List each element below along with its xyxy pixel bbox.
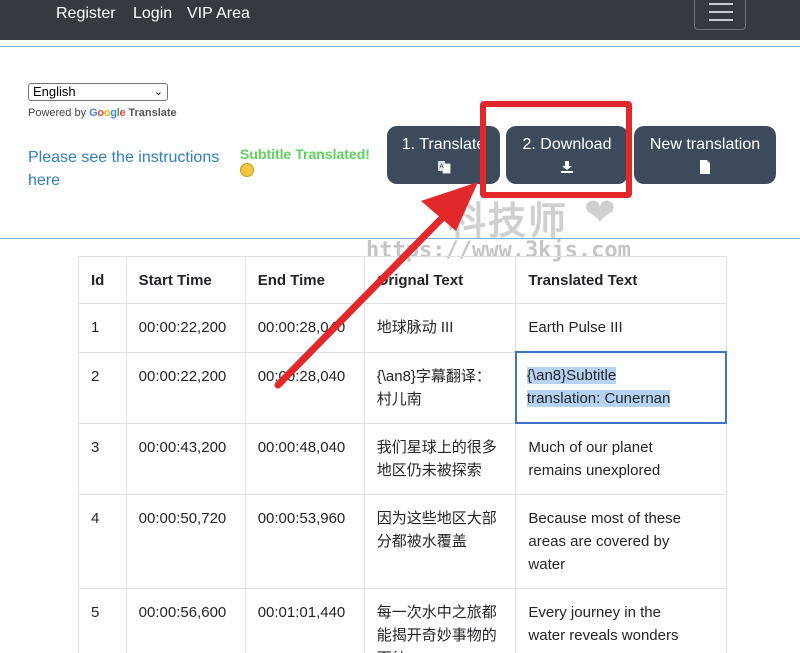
navbar-toggler-button[interactable] — [694, 0, 746, 30]
powered-by-label: Powered by — [28, 107, 87, 119]
translate-word: Translate — [128, 107, 177, 119]
cell-original-text: 我们星球上的很多地区仍未被探索 — [363, 422, 517, 495]
cell-end-time: 00:01:01,440 — [244, 588, 365, 653]
translate-icon: A — [437, 161, 450, 174]
cell-translated-text[interactable]: Every journey in the water reveals wonde… — [515, 588, 727, 653]
cell-start-time: 00:00:56,600 — [125, 588, 246, 653]
header-start-time: Start Time — [125, 256, 246, 304]
cell-original-text: 地球脉动 III — [363, 303, 517, 353]
table-row: 4 00:00:50,720 00:00:53,960 因为这些地区大部分都被水… — [78, 494, 727, 589]
cell-translated-text[interactable]: Much of our planet remains unexplored — [515, 422, 727, 495]
table-header-row: Id Start Time End Time Orignal Text Tran… — [78, 256, 727, 304]
table-row: 2 00:00:22,200 00:00:28,040 {\an8}字幕翻译：村… — [78, 351, 727, 424]
nav-vip-area-link[interactable]: VIP Area — [187, 5, 250, 23]
translated-line: areas are covered by — [528, 533, 670, 550]
subtitle-table: Id Start Time End Time Orignal Text Tran… — [78, 256, 727, 653]
header-original-text: Orignal Text — [363, 256, 517, 304]
watermark-text: 科技师 — [448, 199, 569, 243]
table-row: 5 00:00:56,600 00:01:01,440 每一次水中之旅都能揭开奇… — [78, 588, 727, 653]
subtitle-table-container: Id Start Time End Time Orignal Text Tran… — [78, 256, 727, 653]
cell-original-text: {\an8}字幕翻译：村儿南 — [363, 351, 517, 424]
language-select[interactable]: English ⌄ — [28, 83, 168, 101]
file-icon — [700, 160, 710, 174]
section-divider — [0, 238, 800, 239]
table-row: 1 00:00:22,200 00:00:28,040 地球脉动 III Ear… — [78, 303, 727, 353]
top-navbar: Register Login VIP Area — [0, 0, 800, 40]
download-highlight-annotation — [480, 101, 632, 198]
cell-translated-text-editing[interactable]: {\an8}Subtitle translation: Cunernan — [514, 351, 727, 424]
translated-line: Because most of these — [528, 510, 682, 527]
powered-by-google-translate[interactable]: Powered by Google Translate — [28, 107, 177, 119]
cell-id: 4 — [78, 494, 127, 589]
status-message: Subtitle Translated! — [240, 146, 370, 162]
cell-start-time: 00:00:22,200 — [125, 303, 246, 353]
top-divider — [0, 46, 800, 47]
google-logo: Google — [89, 107, 126, 119]
translated-line: Much of our planet — [528, 439, 653, 456]
cell-start-time: 00:00:43,200 — [125, 422, 246, 495]
cell-end-time: 00:00:28,040 — [244, 303, 365, 353]
cell-id: 5 — [78, 588, 127, 653]
cell-original-text: 因为这些地区大部分都被水覆盖 — [363, 494, 517, 589]
cell-id: 1 — [78, 303, 127, 353]
cell-end-time: 00:00:53,960 — [244, 494, 365, 589]
translated-line: Every journey in the — [528, 604, 661, 621]
hamburger-icon — [709, 3, 733, 5]
new-translation-button[interactable]: New translation — [634, 126, 776, 184]
cell-start-time: 00:00:22,200 — [125, 351, 246, 424]
hamburger-icon-bar — [709, 11, 733, 13]
instructions-link[interactable]: Please see the instructions here — [28, 146, 228, 192]
chevron-down-icon: ⌄ — [153, 86, 163, 98]
header-end-time: End Time — [244, 256, 365, 304]
nav-login-link[interactable]: Login — [133, 5, 172, 23]
translated-line: translation: Cunernan — [526, 390, 671, 407]
table-row: 3 00:00:43,200 00:00:48,040 我们星球上的很多地区仍未… — [78, 422, 727, 495]
cell-translated-text[interactable]: Earth Pulse III — [515, 303, 727, 353]
cell-start-time: 00:00:50,720 — [125, 494, 246, 589]
header-translated-text: Translated Text — [515, 256, 727, 304]
cell-translated-text[interactable]: Because most of these areas are covered … — [515, 494, 727, 589]
heart-icon: ❤ — [584, 192, 616, 234]
cell-end-time: 00:00:48,040 — [244, 422, 365, 495]
translated-line: {\an8}Subtitle — [526, 367, 617, 384]
language-select-value: English — [33, 84, 76, 99]
cell-id: 3 — [78, 422, 127, 495]
translated-line: Earth Pulse III — [528, 319, 623, 336]
cell-original-text: 每一次水中之旅都能揭开奇妙事物的面纱 — [363, 588, 517, 653]
nav-register-link[interactable]: Register — [56, 5, 116, 23]
cell-id: 2 — [78, 351, 127, 424]
smiley-emoji-icon — [240, 163, 254, 177]
cell-end-time: 00:00:28,040 — [244, 351, 365, 424]
hamburger-icon-bar — [709, 19, 733, 21]
header-id: Id — [78, 256, 127, 304]
translated-line: remains unexplored — [528, 462, 661, 479]
new-translation-button-label: New translation — [649, 136, 761, 153]
translated-line: water reveals wonders — [528, 627, 679, 644]
translated-line: water — [528, 556, 566, 573]
